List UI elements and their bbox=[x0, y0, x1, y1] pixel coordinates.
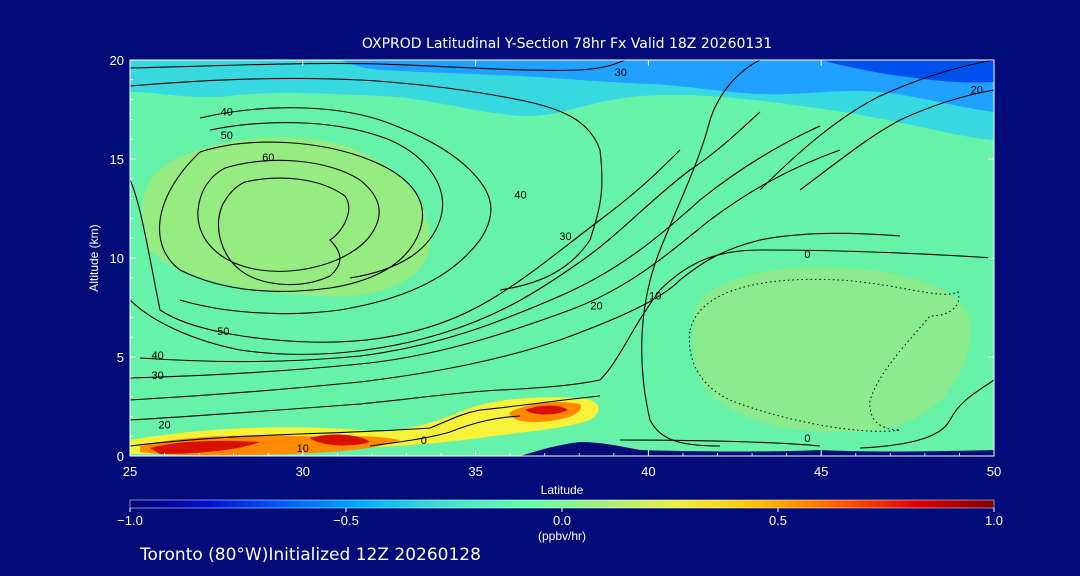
colorbar bbox=[129, 499, 995, 509]
x-tick-label: 25 bbox=[123, 464, 137, 479]
filled-field bbox=[130, 60, 994, 456]
colorbar-tick-label: 1.0 bbox=[985, 513, 1003, 528]
contour-label: 20 bbox=[590, 300, 602, 312]
contour-label: 50 bbox=[221, 130, 233, 142]
y-tick-label: 10 bbox=[110, 251, 124, 266]
contour-label: 20 bbox=[158, 419, 170, 431]
chart-title: OXPROD Latitudinal Y-Section 78hr Fx Val… bbox=[362, 36, 772, 52]
colorbar-ticks: −1.0 −0.5 0.0 0.5 1.0 bbox=[117, 508, 1003, 528]
colorbar-unit-label: (ppbv/hr) bbox=[538, 529, 586, 543]
chart-stage: OXPROD Latitudinal Y-Section 78hr Fx Val… bbox=[0, 0, 1080, 576]
x-tick-label: 45 bbox=[814, 464, 828, 479]
y-axis-label: Altitude (km) bbox=[87, 224, 101, 291]
contour-label: 0 bbox=[421, 435, 427, 447]
contour-label: 20 bbox=[971, 85, 983, 97]
contour-label: 0 bbox=[804, 433, 810, 445]
x-tick-label: 50 bbox=[987, 464, 1001, 479]
contour-label: 30 bbox=[559, 231, 571, 243]
x-axis-label: Latitude bbox=[541, 483, 584, 497]
contour-label: 40 bbox=[152, 350, 164, 362]
contour-label: 0 bbox=[804, 249, 810, 261]
colorbar-tick-label: 0.0 bbox=[553, 513, 571, 528]
x-tick-label: 35 bbox=[468, 464, 482, 479]
x-tick-label: 40 bbox=[641, 464, 655, 479]
y-tick-label: 5 bbox=[117, 350, 124, 365]
colorbar-tick-label: −1.0 bbox=[117, 513, 143, 528]
contour-label: 60 bbox=[262, 152, 274, 164]
contour-label: 10 bbox=[649, 291, 661, 303]
colorbar-tick-label: −0.5 bbox=[333, 513, 359, 528]
x-tick-label: 30 bbox=[296, 464, 310, 479]
footer-location-text: Toronto (80°W)Initialized 12Z 20260128 bbox=[139, 545, 481, 565]
contour-label: 50 bbox=[217, 326, 229, 338]
right-core-region bbox=[692, 267, 971, 433]
colorbar-tick-label: 0.5 bbox=[769, 513, 787, 528]
ozone-production-cross-section-chart: OXPROD Latitudinal Y-Section 78hr Fx Val… bbox=[87, 36, 1003, 565]
contour-label: 30 bbox=[152, 370, 164, 382]
y-tick-label: 0 bbox=[117, 449, 124, 464]
contour-label: 40 bbox=[514, 190, 526, 202]
contour-label: 40 bbox=[221, 106, 233, 118]
y-tick-label: 20 bbox=[110, 53, 124, 68]
y-tick-label: 15 bbox=[110, 152, 124, 167]
contour-label: 30 bbox=[615, 67, 627, 79]
